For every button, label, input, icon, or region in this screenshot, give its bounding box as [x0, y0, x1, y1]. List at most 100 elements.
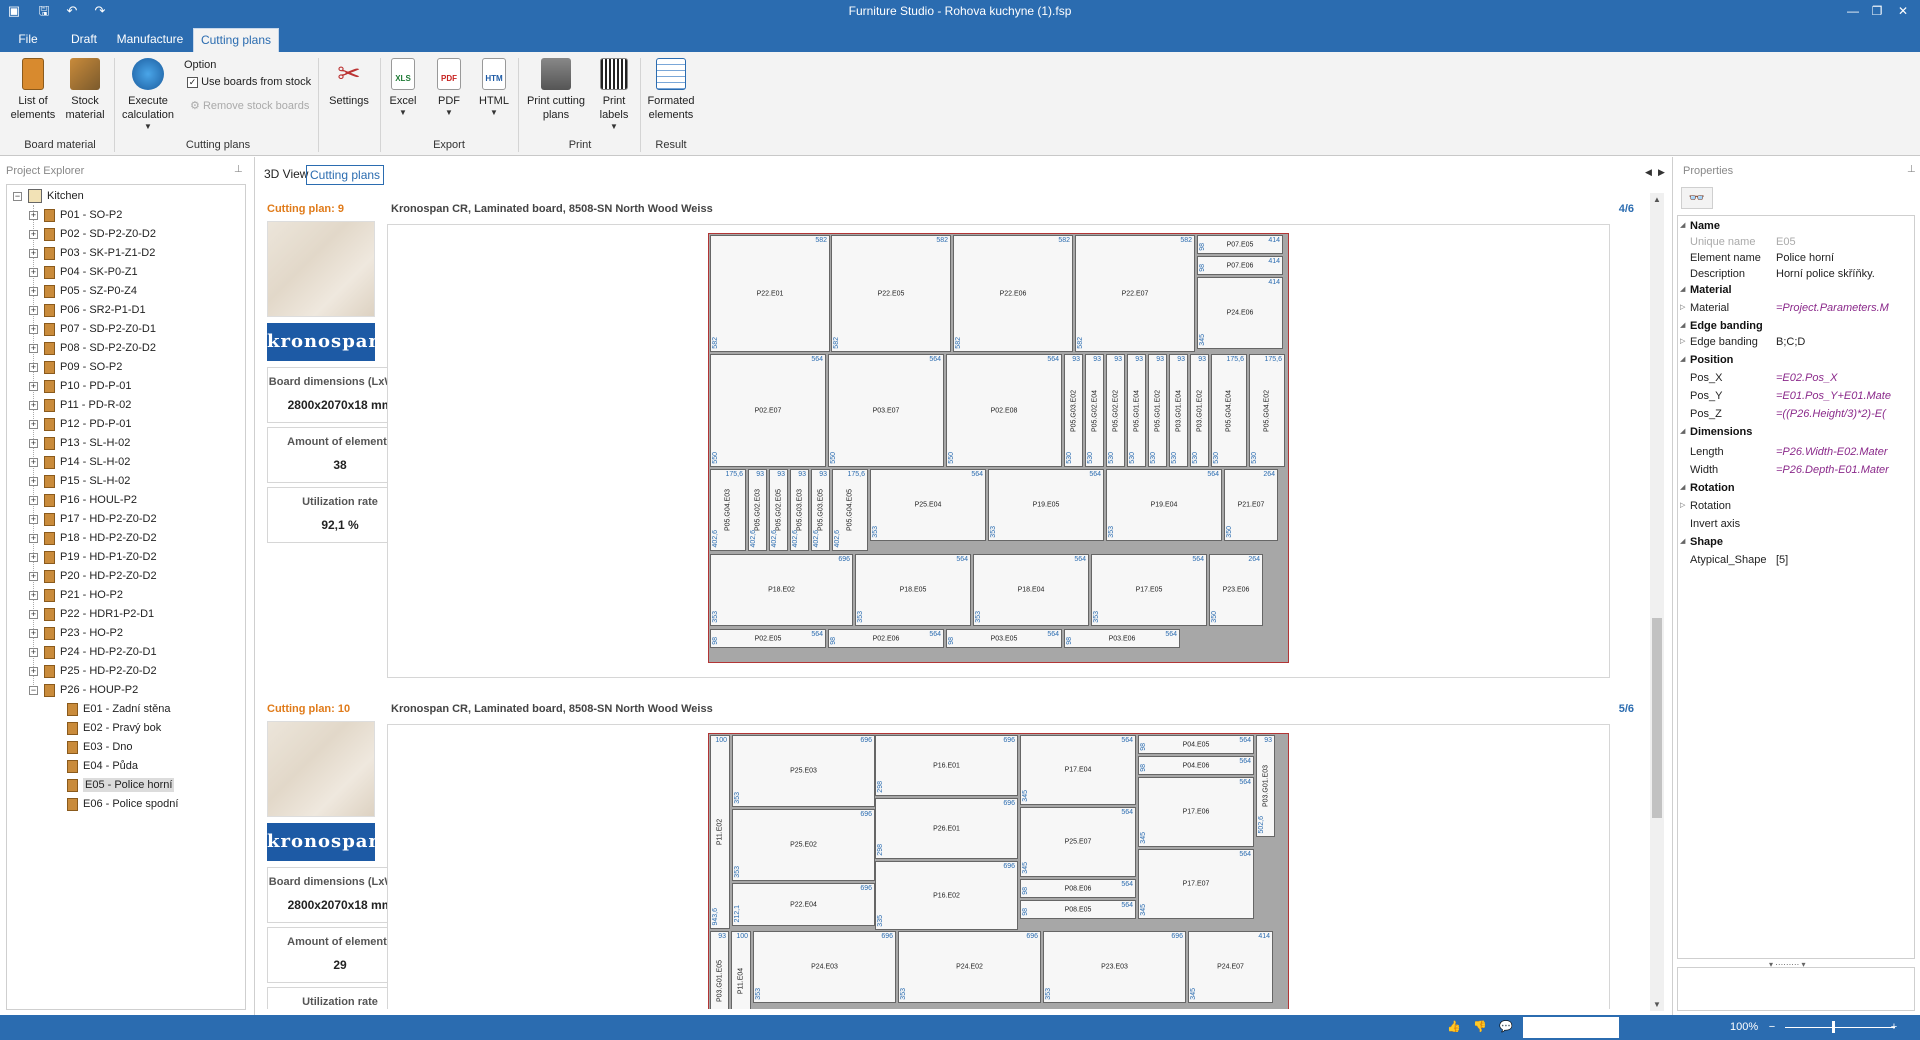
html-export-button[interactable]: HTM HTML ▼	[476, 58, 512, 118]
settings-button[interactable]: ✂ Settings	[324, 58, 374, 108]
expand-icon[interactable]: +	[29, 571, 38, 581]
tab-draft[interactable]: Draft	[60, 28, 108, 52]
tree-item[interactable]: + P22 - HDR1-P2-D1	[29, 605, 154, 623]
expand-icon[interactable]: +	[29, 495, 38, 505]
vertical-scrollbar[interactable]: ▲ ▼	[1650, 193, 1664, 1011]
formated-elements-button[interactable]: Formated elements	[646, 58, 696, 122]
tree-item[interactable]: − P26 - HOUP-P2	[29, 681, 138, 699]
property-row[interactable]: Unique name E05	[1678, 234, 1914, 250]
cut-piece[interactable]: P05.G03.E03 93 402,6	[790, 469, 809, 551]
cut-piece[interactable]: P02.E06 564 98	[828, 629, 944, 648]
cut-piece[interactable]: P17.E05 564 353	[1091, 554, 1207, 626]
tree-child-item[interactable]: E02 - Pravý bok	[67, 719, 161, 737]
cut-piece[interactable]: P05.G02.E05 93 402,6	[769, 469, 788, 551]
tree-item[interactable]: + P08 - SD-P2-Z0-D2	[29, 339, 156, 357]
cut-piece[interactable]: P22.E04 696 212,1	[732, 883, 875, 926]
tab-file[interactable]: File	[8, 28, 48, 52]
property-value[interactable]: B;C;D	[1776, 334, 1914, 350]
tree-item[interactable]: + P07 - SD-P2-Z0-D1	[29, 320, 156, 338]
tree-child-item[interactable]: E04 - Půda	[67, 757, 138, 775]
cut-piece[interactable]: P24.E02 696 353	[898, 931, 1041, 1003]
cut-piece[interactable]: P02.E05 564 98	[710, 629, 826, 648]
tree-item[interactable]: + P11 - PD-R-02	[29, 396, 131, 414]
thumbs-up-icon[interactable]: 👍	[1446, 1020, 1462, 1034]
expand-icon[interactable]: +	[29, 381, 38, 391]
cut-piece[interactable]: P23.E03 696 353	[1043, 931, 1186, 1003]
tab-3d-view[interactable]: 3D View	[261, 165, 311, 185]
cut-piece[interactable]: P24.E07 414 345	[1188, 931, 1273, 1003]
expand-icon[interactable]: +	[29, 590, 38, 600]
tree-item[interactable]: + P02 - SD-P2-Z0-D2	[29, 225, 156, 243]
property-category[interactable]: ◢ Dimensions	[1678, 424, 1914, 440]
expand-icon[interactable]: +	[29, 476, 38, 486]
tree-item[interactable]: + P09 - SO-P2	[29, 358, 122, 376]
expand-icon[interactable]: +	[29, 438, 38, 448]
scroll-left-icon[interactable]: ◀	[1645, 167, 1652, 178]
cut-piece[interactable]: P03.G01.E02 93 530	[1190, 354, 1209, 467]
tree-item[interactable]: + P06 - SR2-P1-D1	[29, 301, 146, 319]
cut-piece[interactable]: P23.E06 264 350	[1209, 554, 1263, 626]
tree-item[interactable]: + P01 - SO-P2	[29, 206, 122, 224]
tree-item[interactable]: + P25 - HD-P2-Z0-D2	[29, 662, 157, 680]
expand-icon[interactable]: +	[29, 666, 38, 676]
tree-item[interactable]: + P18 - HD-P2-Z0-D2	[29, 529, 157, 547]
excel-export-button[interactable]: XLS Excel ▼	[386, 58, 420, 118]
expand-icon[interactable]: +	[29, 514, 38, 524]
tree-item[interactable]: + P20 - HD-P2-Z0-D2	[29, 567, 157, 585]
collapse-triangle-icon[interactable]: ◢	[1680, 534, 1685, 550]
status-input[interactable]	[1523, 1017, 1619, 1038]
tree-item[interactable]: + P10 - PD-P-01	[29, 377, 132, 395]
cut-piece[interactable]: P08.E05 564 98	[1020, 900, 1136, 919]
collapse-triangle-icon[interactable]: ◢	[1680, 480, 1685, 496]
tree-root[interactable]: − Kitchen	[13, 187, 84, 205]
pdf-export-button[interactable]: PDF PDF ▼	[432, 58, 466, 118]
cut-piece[interactable]: P05.G04.E03 175,6 402,6	[710, 469, 746, 551]
property-value[interactable]: Horní police skříňky.	[1776, 266, 1914, 282]
expand-arrow-icon[interactable]: ▷	[1680, 300, 1685, 316]
expand-icon[interactable]: +	[29, 533, 38, 543]
collapse-icon[interactable]: −	[13, 191, 22, 201]
scrollbar-thumb[interactable]	[1652, 618, 1662, 818]
cut-piece[interactable]: P25.E07 564 345	[1020, 807, 1136, 877]
property-row[interactable]: Width =P26.Depth-E01.Mater	[1678, 462, 1914, 478]
glasses-icon[interactable]: 👓	[1681, 187, 1713, 209]
cut-piece[interactable]: P24.E03 696 353	[753, 931, 896, 1003]
cut-piece[interactable]: P03.G01.E03 93 502,6	[1256, 735, 1275, 837]
cut-piece[interactable]: P05.G02.E04 93 530	[1085, 354, 1104, 467]
pin-icon[interactable]: ⊥	[1907, 164, 1916, 175]
cut-piece[interactable]: P22.E06 582 582	[953, 235, 1073, 352]
expand-icon[interactable]: +	[29, 647, 38, 657]
expand-icon[interactable]: +	[29, 628, 38, 638]
cut-piece[interactable]: P05.G02.E03 93 402,6	[748, 469, 767, 551]
cut-piece[interactable]: P22.E01 582 582	[710, 235, 830, 352]
cut-piece[interactable]: P03.G01.E04 93 530	[1169, 354, 1188, 467]
expand-icon[interactable]: +	[29, 362, 38, 372]
property-category[interactable]: ◢ Name	[1678, 218, 1914, 234]
tree-item[interactable]: + P04 - SK-P0-Z1	[29, 263, 138, 281]
cut-piece[interactable]: P16.E01 696 298	[875, 735, 1018, 796]
tree-item[interactable]: + P15 - SL-H-02	[29, 472, 130, 490]
expand-icon[interactable]: +	[29, 286, 38, 296]
cut-piece[interactable]: P05.G03.E05 93 402,6	[811, 469, 830, 551]
property-category[interactable]: ◢ Shape	[1678, 534, 1914, 550]
zoom-in-icon[interactable]: +	[1886, 1020, 1902, 1034]
cut-piece[interactable]: P18.E05 564 353	[855, 554, 971, 626]
tree-item[interactable]: + P21 - HO-P2	[29, 586, 123, 604]
cut-piece[interactable]: P26.E01 696 298	[875, 798, 1018, 859]
cut-piece[interactable]: P25.E02 696 353	[732, 809, 875, 881]
zoom-out-icon[interactable]: −	[1764, 1020, 1780, 1034]
board-sheet[interactable]: P11.E02 100 943,6 P25.E03 696 353 P16.E01 696 29…	[708, 733, 1289, 1009]
cut-piece[interactable]: P18.E02 696 353	[710, 554, 853, 626]
cut-piece[interactable]: P22.E07 582 582	[1075, 235, 1195, 352]
property-value[interactable]: =P26.Width-E02.Mater	[1776, 444, 1914, 460]
cut-piece[interactable]: P08.E06 564 98	[1020, 879, 1136, 898]
expand-icon[interactable]: +	[29, 324, 38, 334]
cut-piece[interactable]: P17.E04 564 345	[1020, 735, 1136, 805]
cut-piece[interactable]: P25.E04 564 353	[870, 469, 986, 541]
list-of-elements-button[interactable]: List of elements	[8, 58, 58, 122]
cut-piece[interactable]: P24.E06 414 345	[1197, 277, 1283, 349]
cut-piece[interactable]: P02.E08 564 550	[946, 354, 1062, 467]
tree-item[interactable]: + P12 - PD-P-01	[29, 415, 132, 433]
property-row[interactable]: Pos_Z =((P26.Height/3)*2)-E(	[1678, 406, 1914, 422]
restore-button[interactable]: ❐	[1866, 2, 1888, 20]
